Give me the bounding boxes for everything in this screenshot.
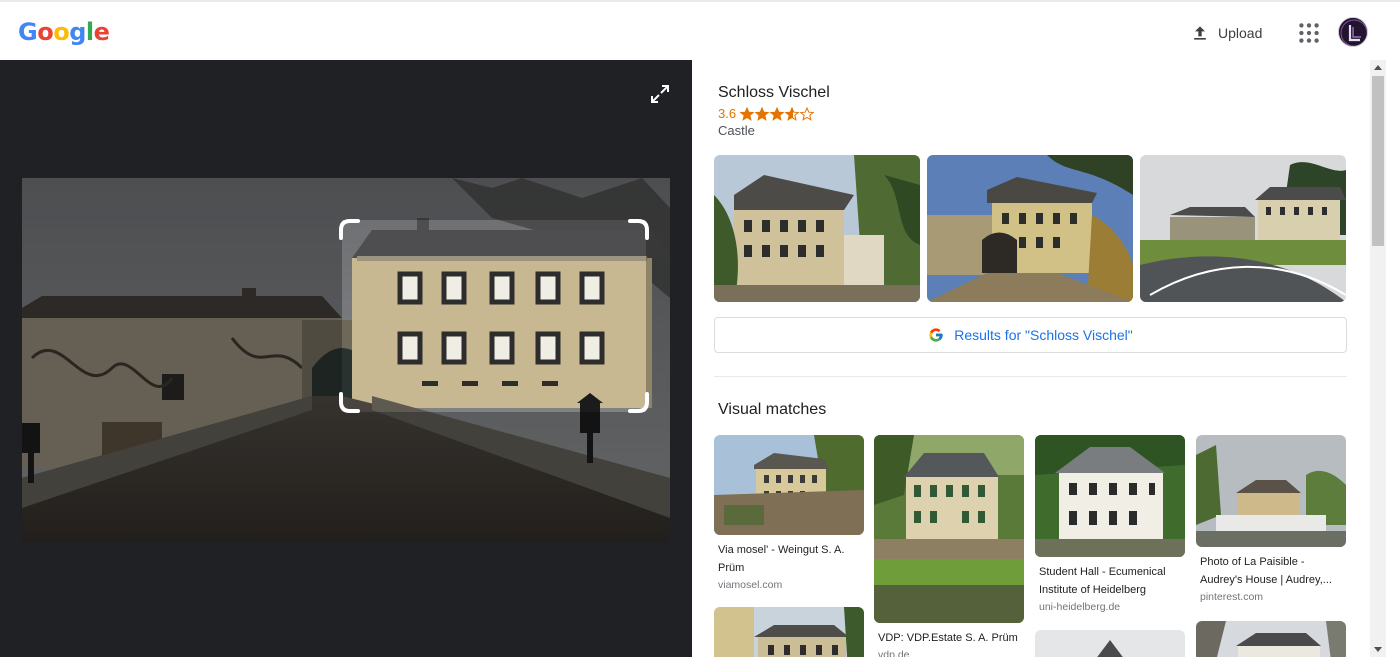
match-thumbnail — [874, 435, 1024, 623]
building-thumbnail-image — [874, 435, 1024, 623]
expand-icon[interactable] — [648, 82, 672, 106]
match-thumbnail — [1035, 435, 1185, 557]
visual-match-card[interactable] — [714, 607, 864, 657]
match-thumbnail — [714, 607, 864, 657]
building-thumbnail-image — [1035, 435, 1185, 557]
match-thumbnail — [1196, 621, 1346, 657]
section-divider — [714, 376, 1347, 377]
rating-value: 3.6 — [718, 106, 737, 121]
logo-letter: o — [53, 18, 70, 46]
uploaded-photo — [22, 178, 670, 542]
upload-button[interactable]: Upload — [1180, 16, 1272, 50]
star-rating-icon — [740, 106, 815, 121]
crop-selection-frame[interactable] — [338, 218, 650, 414]
logo-letter: o — [37, 18, 54, 46]
building-thumbnail-image — [1196, 435, 1346, 547]
match-thumbnail — [714, 435, 864, 535]
visual-match-card[interactable] — [1035, 630, 1185, 657]
visual-match-card[interactable] — [1196, 621, 1346, 657]
castle-thumbnail-image — [1140, 155, 1346, 302]
top-bar: Google Upload — [0, 0, 1400, 60]
logo-letter: l — [85, 18, 94, 46]
account-avatar[interactable] — [1338, 17, 1368, 47]
match-domain: uni-heidelberg.de — [1039, 601, 1121, 613]
match-caption: Via mosel' - Weingut S. A. Prüm — [718, 544, 845, 574]
results-pane: Schloss Vischel 3.6 Castle Results for "… — [692, 60, 1370, 657]
match-caption: Student Hall - Ecumenical Institute of H… — [1039, 566, 1166, 596]
entity-image-3[interactable] — [1140, 155, 1346, 302]
scroll-up-arrow-icon[interactable] — [1374, 65, 1382, 70]
entity-title[interactable]: Schloss Vischel — [718, 84, 830, 102]
building-thumbnail-image — [714, 435, 864, 535]
scroll-down-arrow-icon[interactable] — [1374, 647, 1382, 652]
match-caption: VDP: VDP.Estate S. A. Prüm — [878, 632, 1018, 644]
visual-match-card[interactable]: Student Hall - Ecumenical Institute of H… — [1035, 435, 1185, 615]
match-domain: vdp.de — [878, 649, 910, 657]
avatar-image — [1339, 18, 1367, 46]
entity-image-1[interactable] — [714, 155, 920, 302]
results-for-entity-button[interactable]: Results for "Schloss Vischel" — [714, 317, 1347, 353]
castle-thumbnail-image — [714, 155, 920, 302]
results-scrollbar[interactable] — [1370, 60, 1386, 657]
visual-match-card[interactable]: Via mosel' - Weingut S. A. Prüm viamosel… — [714, 435, 864, 593]
match-caption: Photo of La Paisible - Audrey's House | … — [1200, 556, 1332, 586]
scrollbar-thumb[interactable] — [1372, 76, 1384, 246]
building-thumbnail-image — [714, 607, 864, 657]
match-domain: pinterest.com — [1200, 591, 1264, 603]
match-domain: viamosel.com — [718, 579, 783, 591]
logo-letter: g — [69, 18, 86, 46]
rating-row: 3.6 — [718, 106, 815, 121]
logo-letter: e — [93, 18, 110, 46]
upload-label: Upload — [1218, 25, 1263, 41]
castle-thumbnail-image — [927, 155, 1133, 302]
logo-letter: G — [18, 18, 38, 46]
entity-image-2[interactable] — [927, 155, 1133, 302]
visual-matches-title: Visual matches — [718, 401, 827, 418]
visual-match-card[interactable]: Photo of La Paisible - Audrey's House | … — [1196, 435, 1346, 605]
match-thumbnail — [1035, 630, 1185, 657]
building-thumbnail-image — [1196, 621, 1346, 657]
google-g-icon — [929, 328, 943, 342]
building-thumbnail-image — [1035, 630, 1185, 657]
match-thumbnail — [1196, 435, 1346, 547]
upload-icon — [1194, 26, 1206, 40]
apps-grid-icon[interactable] — [1296, 20, 1322, 46]
results-label: Results for "Schloss Vischel" — [954, 327, 1133, 343]
entity-type: Castle — [718, 123, 755, 138]
visual-match-card[interactable]: VDP: VDP.Estate S. A. Prüm vdp.de — [874, 435, 1024, 657]
google-logo[interactable]: Google — [18, 18, 110, 46]
